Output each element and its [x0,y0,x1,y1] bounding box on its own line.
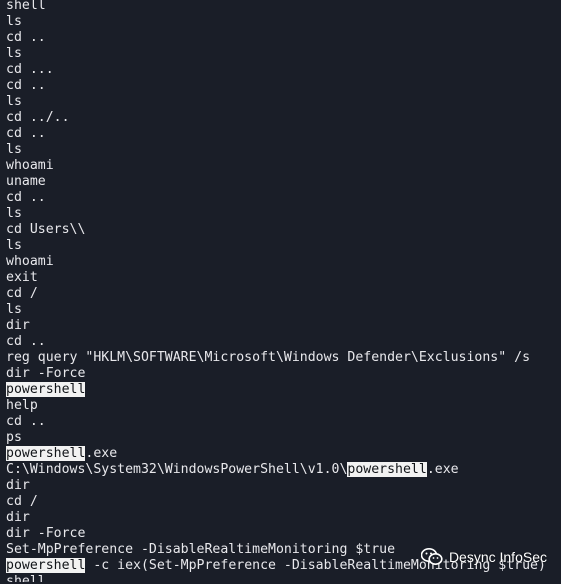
terminal-line: cd .. [6,334,561,350]
terminal-text: ls [6,46,22,61]
terminal-text: cd .. [6,190,46,205]
terminal-text: shell [6,574,46,582]
terminal-text: dir [6,510,30,525]
terminal-line: dir -Force [6,366,561,382]
terminal-text: ls [6,142,22,157]
terminal-line: shell [6,574,561,582]
terminal-line: dir [6,510,561,526]
terminal-line: cd .. [6,414,561,430]
terminal-text: uname [6,174,46,189]
terminal-line: exit [6,270,561,286]
terminal-line: help [6,398,561,414]
terminal-line: reg query "HKLM\SOFTWARE\Microsoft\Windo… [6,350,561,366]
search-highlight: powershell [6,382,86,397]
terminal-text: ls [6,94,22,109]
terminal-line: cd .. [6,190,561,206]
watermark-text: Desync InfoSec [448,549,547,565]
terminal-text: ls [6,206,22,221]
terminal-text: cd ../.. [6,110,70,125]
terminal-text: C:\Windows\System32\WindowsPowerShell\v1… [6,462,348,477]
terminal-line: ls [6,142,561,158]
terminal-line: ls [6,46,561,62]
terminal-text: .exe [426,462,459,477]
terminal-line: cd ... [6,62,561,78]
terminal-line: cd / [6,494,561,510]
wechat-icon [420,548,443,566]
terminal-text: ls [6,302,22,317]
terminal-text: cd .. [6,30,46,45]
terminal-line: ls [6,206,561,222]
terminal-line: ls [6,302,561,318]
terminal-line: ps [6,430,561,446]
terminal-line: ls [6,14,561,30]
terminal-text: .exe [85,446,118,461]
terminal-text: cd .. [6,126,46,141]
terminal-output: shell ls cd .. ls cd ... cd .. ls cd ../.. cd ..… [0,0,561,582]
terminal-text: dir -Force [6,526,86,541]
terminal-line: dir [6,318,561,334]
terminal-line: cd ../.. [6,110,561,126]
terminal-line: C:\Windows\System32\WindowsPowerShell\v1… [6,462,561,478]
terminal-text: reg query "HKLM\SOFTWARE\Microsoft\Windo… [6,350,531,365]
search-highlight: powershell [6,558,86,573]
watermark: Desync InfoSec [420,548,547,566]
terminal-text: cd / [6,286,38,301]
terminal-text: ls [6,238,22,253]
terminal-text: cd ... [6,62,54,77]
terminal-line: whoami [6,254,561,270]
terminal-line: cd / [6,286,561,302]
terminal-line: ls [6,94,561,110]
terminal-line: uname [6,174,561,190]
terminal-text: whoami [6,254,54,269]
terminal-text: ps [6,430,22,445]
terminal-text: dir [6,318,30,333]
terminal-text: exit [6,270,38,285]
terminal-line: ls [6,238,561,254]
terminal-line: shell [6,0,561,14]
terminal-line: cd .. [6,126,561,142]
search-highlight: powershell [6,446,86,461]
terminal-text: whoami [6,158,54,173]
terminal-text: Set-MpPreference -DisableRealtimeMonitor… [6,542,396,557]
search-highlight: powershell [347,462,427,477]
terminal-text: ls [6,14,22,29]
terminal-text: cd / [6,494,38,509]
terminal-line: cd .. [6,78,561,94]
terminal-text: cd .. [6,78,46,93]
terminal-line: powershell.exe [6,446,561,462]
terminal-line: cd Users\\ [6,222,561,238]
terminal-text: cd .. [6,334,46,349]
terminal-text: cd .. [6,414,46,429]
terminal-text: cd Users\\ [6,222,86,237]
terminal-line: whoami [6,158,561,174]
terminal-text: shell [6,0,46,13]
terminal-line: powershell [6,382,561,398]
terminal-line: cd .. [6,30,561,46]
terminal-text: dir [6,478,30,493]
terminal-text: dir -Force [6,366,86,381]
terminal-line: dir -Force [6,526,561,542]
terminal-text: help [6,398,38,413]
terminal-line: dir [6,478,561,494]
